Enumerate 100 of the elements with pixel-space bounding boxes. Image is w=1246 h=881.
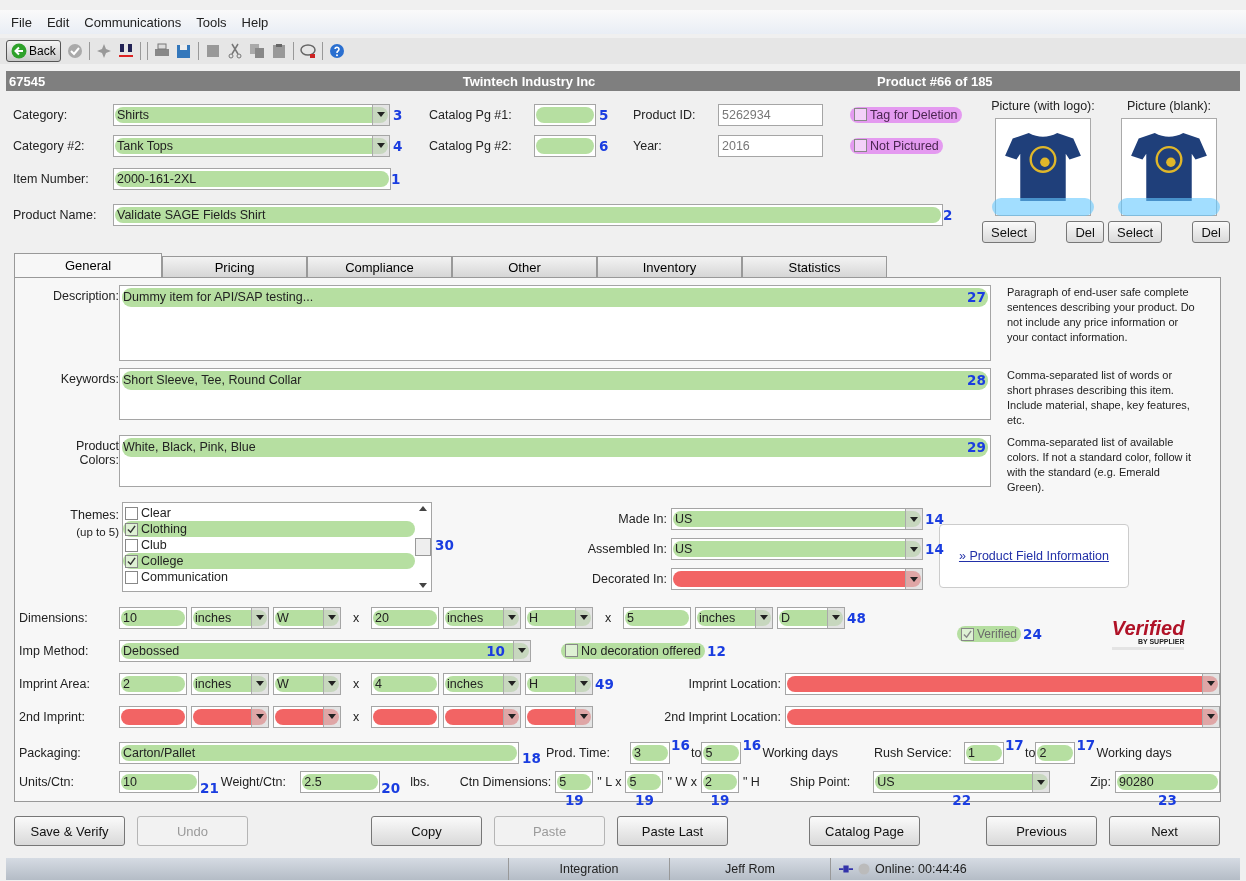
action-button[interactable]: Catalog Page	[809, 816, 920, 846]
themes-list[interactable]: Clear Clothing Club College Communication	[122, 502, 432, 592]
picture-frame[interactable]	[995, 118, 1091, 216]
picture-frame[interactable]	[1121, 118, 1217, 216]
checkbox[interactable]: Not Pictured	[850, 137, 943, 154]
input-field[interactable]	[371, 705, 439, 728]
dropdown[interactable]: US	[671, 538, 923, 560]
checkbox[interactable]: Communication	[123, 569, 415, 585]
dropdown[interactable]: inches	[443, 672, 521, 695]
input-field[interactable]: 90280	[1115, 771, 1220, 793]
input-field[interactable]: 2.5	[300, 771, 381, 793]
field-label: Catalog Pg #1:	[428, 107, 513, 122]
unit-label: " W x	[666, 775, 698, 789]
dropdown[interactable]: US	[873, 771, 1051, 793]
save-icon[interactable]	[175, 43, 192, 59]
scissors-icon[interactable]	[226, 43, 243, 59]
field-number: 22	[952, 793, 972, 807]
input-field[interactable]: 5	[623, 606, 691, 629]
tab[interactable]: General	[14, 253, 162, 277]
action-button[interactable]: Paste Last	[617, 816, 728, 846]
checkbox[interactable]: Clear	[123, 505, 415, 521]
input-field[interactable]: 4	[371, 672, 439, 695]
check-circle-icon[interactable]	[66, 43, 83, 59]
help-icon[interactable]	[328, 43, 345, 59]
action-button[interactable]: Save & Verify	[14, 816, 125, 846]
field-label: Item Number:	[13, 172, 90, 186]
dropdown[interactable]: W	[273, 672, 341, 695]
menu-item[interactable]: Help	[241, 14, 269, 30]
tab[interactable]: Inventory	[597, 256, 742, 277]
scroll-up-icon[interactable]	[419, 506, 427, 511]
action-button[interactable]: Copy	[371, 816, 482, 846]
tab[interactable]: Pricing	[162, 256, 307, 277]
dropdown[interactable]: inches	[695, 606, 773, 629]
input-field[interactable]: 2	[119, 672, 187, 695]
times-label: x	[351, 709, 361, 724]
scroll-thumb[interactable]	[415, 538, 431, 556]
checkbox[interactable]: Clothing	[123, 521, 415, 537]
dropdown[interactable]: Shirts	[113, 103, 390, 126]
dropdown[interactable]: Tank Tops	[113, 134, 390, 157]
input-field[interactable]: 1	[963, 742, 1004, 764]
picture-button[interactable]: Del	[1066, 221, 1104, 243]
dropdown[interactable]: W	[273, 606, 341, 629]
menu-item[interactable]: Communications	[84, 14, 182, 30]
picture-button[interactable]: Select	[982, 221, 1037, 243]
tab[interactable]: Other	[452, 256, 597, 277]
input-field[interactable]	[534, 103, 596, 126]
picture-button[interactable]: Select	[1108, 221, 1163, 243]
menu-item[interactable]: Tools	[196, 14, 227, 30]
field-label: Keywords:	[59, 371, 119, 386]
speech-bubble-icon[interactable]	[299, 43, 316, 59]
field-label: Themes:	[70, 508, 119, 522]
input-field[interactable]: Carton/Pallet	[119, 742, 519, 764]
menu-item[interactable]: File	[11, 14, 32, 30]
checkbox[interactable]: Tag for Deletion	[850, 106, 962, 123]
field-label: 2nd Imprint Location:	[663, 709, 782, 724]
field-label: Assembled In:	[586, 542, 668, 556]
input-field[interactable]: 5	[701, 742, 742, 764]
field-label: Dimensions:	[19, 610, 89, 625]
input-field[interactable]	[119, 705, 187, 728]
input-field[interactable]: 5	[555, 771, 594, 793]
input-field[interactable]: 10	[119, 771, 199, 793]
checkbox[interactable]: College	[123, 553, 415, 569]
printer-icon[interactable]	[153, 43, 170, 59]
checkbox[interactable]: Club	[123, 537, 415, 553]
dropdown[interactable]: D	[777, 606, 845, 629]
scroll-down-icon[interactable]	[419, 583, 427, 588]
dropdown[interactable]: inches	[443, 606, 521, 629]
field-number: 27	[967, 289, 986, 305]
input-field[interactable]: 5	[625, 771, 664, 793]
input-field[interactable]: 3	[630, 742, 670, 764]
input-field[interactable]: 10	[119, 606, 187, 629]
field-number: 3	[392, 106, 404, 123]
product-field-information-link[interactable]: » Product Field Information	[958, 549, 1110, 563]
dropdown[interactable]: H	[525, 672, 593, 695]
unit-label: Working days	[1096, 746, 1172, 760]
input-field[interactable]	[534, 134, 596, 157]
field-hint: Comma-separated list of available colors. If not a standard color, follow it with the standard (e.g. Emerald Green).	[1007, 435, 1193, 495]
paste-icon[interactable]	[270, 43, 287, 59]
tab[interactable]: Compliance	[307, 256, 452, 277]
dropdown[interactable]: H	[525, 606, 593, 629]
action-button[interactable]: Previous	[986, 816, 1097, 846]
menu-item[interactable]: Edit	[46, 14, 70, 30]
field-number: 29	[967, 439, 986, 455]
checkbox[interactable]: No decoration offered	[561, 642, 705, 659]
field-number: 2	[943, 207, 953, 223]
input-field[interactable]: 2000-161-2XL	[113, 168, 391, 190]
input-field[interactable]: 2	[1035, 742, 1076, 764]
field-label: Ctn Dimensions:	[459, 775, 553, 789]
dropdown[interactable]: US	[671, 508, 923, 530]
input-field[interactable]: 2	[700, 771, 739, 793]
input-field[interactable]: 20	[371, 606, 439, 629]
connector-icon	[839, 863, 853, 875]
back-button[interactable]: Back	[6, 40, 61, 62]
copy-icon[interactable]	[248, 43, 265, 59]
picture-button[interactable]: Del	[1192, 221, 1230, 243]
action-button[interactable]: Next	[1109, 816, 1220, 846]
tab[interactable]: Statistics	[742, 256, 887, 277]
dropdown[interactable]: inches	[191, 606, 269, 629]
dropdown[interactable]: inches	[191, 672, 269, 695]
input-field[interactable]: Validate SAGE Fields Shirt	[113, 204, 943, 226]
